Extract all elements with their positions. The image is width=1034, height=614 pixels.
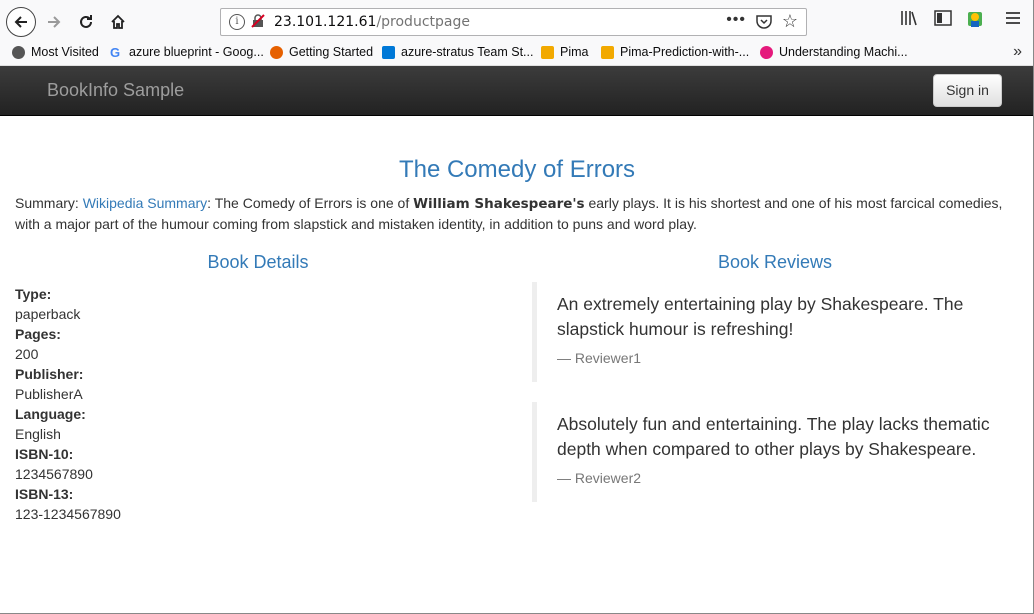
- review-text: An extremely entertaining play by Shakes…: [557, 294, 964, 339]
- isbn10-label: ISBN-10:: [15, 446, 74, 462]
- video-icon: [760, 45, 773, 59]
- book-details-heading: Book Details: [207, 252, 309, 272]
- bookmark-label: Pima-Prediction-with-...: [620, 45, 750, 59]
- type-value: paperback: [15, 306, 81, 322]
- review-item: An extremely entertaining play by Shakes…: [532, 282, 1022, 382]
- back-arrow-icon[interactable]: [6, 7, 36, 37]
- wikipedia-summary-link[interactable]: Wikipedia Summary: [83, 195, 207, 211]
- publisher-value: PublisherA: [15, 386, 83, 402]
- isbn13-label: ISBN-13:: [15, 486, 74, 502]
- isbn10-value: 1234567890: [15, 466, 93, 482]
- publisher-label: Publisher:: [15, 366, 84, 382]
- bookmark-star-icon[interactable]: ☆: [782, 11, 798, 32]
- notebook-icon: [541, 45, 554, 59]
- url-path: /productpage: [376, 14, 470, 30]
- language-value: English: [15, 426, 61, 442]
- firefox-icon: [270, 45, 283, 59]
- bookmark-azure-blueprint[interactable]: Gazure blueprint - Goog...: [110, 45, 264, 59]
- page-actions-icon[interactable]: •••: [726, 11, 746, 29]
- bookmark-label: azure blueprint - Goog...: [129, 45, 264, 59]
- book-details: Type: paperback Pages: 200 Publisher: Pu…: [15, 284, 121, 524]
- book-reviews-heading: Book Reviews: [717, 252, 833, 272]
- brand-link[interactable]: BookInfo Sample: [47, 80, 184, 101]
- library-icon[interactable]: [900, 10, 918, 31]
- isbn13-value: 123-1234567890: [15, 506, 121, 522]
- summary-text: : The Comedy of Errors is one of: [207, 195, 414, 211]
- summary-label: Summary:: [15, 195, 83, 211]
- reviewer-name: — Reviewer2: [557, 470, 642, 486]
- reload-icon[interactable]: [72, 8, 100, 36]
- app-navbar: BookInfo Sample Sign in: [0, 66, 1034, 116]
- bookmark-label: azure-stratus Team St...: [401, 45, 534, 59]
- gear-icon: [12, 45, 25, 59]
- pages-value: 200: [15, 346, 39, 362]
- menu-icon[interactable]: [1005, 10, 1021, 31]
- insecure-lock-icon[interactable]: [251, 14, 265, 28]
- forward-arrow-icon[interactable]: [40, 8, 68, 36]
- azure-devops-icon: [382, 45, 395, 59]
- browser-toolbar: i 23.101.121.61/productpage ••• ☆: [0, 0, 1034, 42]
- info-icon[interactable]: i: [229, 14, 245, 30]
- bookmark-most-visited[interactable]: Most Visited: [12, 45, 99, 59]
- sign-in-button[interactable]: Sign in: [933, 74, 1002, 107]
- notebook-icon: [601, 45, 614, 59]
- reviewer-name: — Reviewer1: [557, 350, 642, 366]
- type-label: Type:: [15, 286, 52, 302]
- summary-author: William Shakespeare's: [413, 196, 585, 212]
- more-bookmarks-chevron-icon[interactable]: »: [1013, 43, 1022, 61]
- bookmark-azure-stratus[interactable]: azure-stratus Team St...: [382, 45, 533, 59]
- url-host: 23.101.121.61: [274, 14, 377, 30]
- bookmark-understanding-machine[interactable]: Understanding Machi...: [760, 45, 908, 59]
- home-icon[interactable]: [104, 8, 132, 36]
- bookmark-label: Getting Started: [289, 45, 374, 59]
- pages-label: Pages:: [15, 326, 61, 342]
- extension-icon[interactable]: [966, 8, 984, 35]
- bookmark-pima-prediction[interactable]: Pima-Prediction-with-...: [601, 45, 749, 59]
- review-text: Absolutely fun and entertaining. The pla…: [557, 414, 990, 459]
- bookmark-pima[interactable]: Pima: [541, 45, 588, 59]
- bookmark-label: Most Visited: [31, 45, 99, 59]
- bookmark-getting-started[interactable]: Getting Started: [270, 45, 373, 59]
- language-label: Language:: [15, 406, 86, 422]
- bookmarks-bar: Most Visited Gazure blueprint - Goog... …: [0, 42, 1034, 66]
- sidebar-icon[interactable]: [934, 10, 952, 31]
- url-bar[interactable]: i 23.101.121.61/productpage ••• ☆: [220, 8, 807, 36]
- book-title: The Comedy of Errors: [398, 156, 636, 183]
- url-text[interactable]: 23.101.121.61/productpage: [274, 14, 470, 30]
- bookmark-label: Understanding Machi...: [779, 45, 908, 59]
- bookmark-label: Pima: [560, 45, 589, 59]
- pocket-icon[interactable]: [756, 15, 772, 29]
- review-item: Absolutely fun and entertaining. The pla…: [532, 402, 1022, 502]
- google-icon: G: [110, 44, 121, 60]
- book-summary: Summary: Wikipedia Summary: The Comedy o…: [15, 193, 1015, 234]
